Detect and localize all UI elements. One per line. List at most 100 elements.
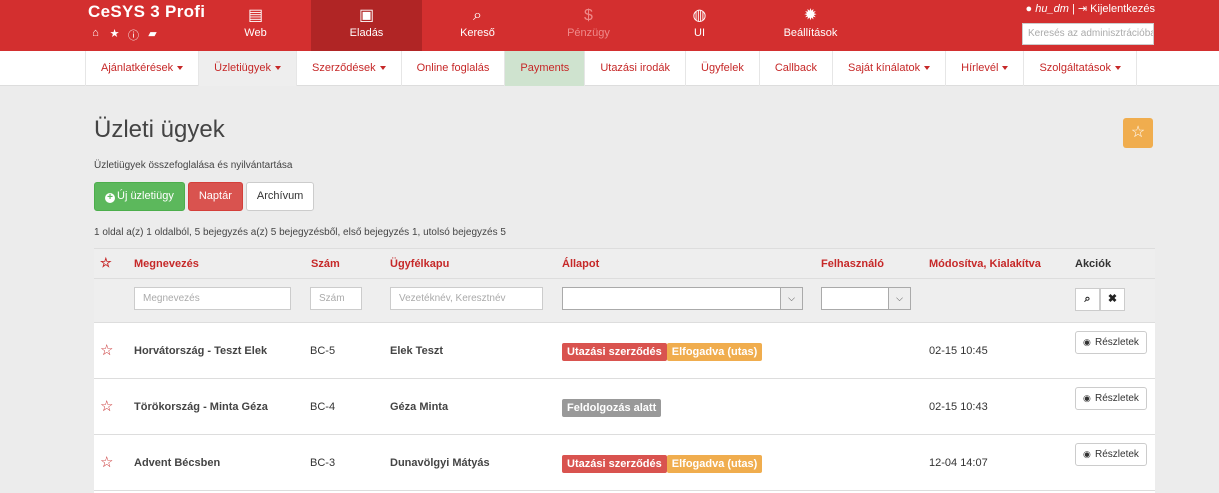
table-row[interactable]: ☆ Horvátország - Teszt Elek BC-5 Elek Te… [94,323,1155,379]
table-row[interactable]: ☆ Törökország - Minta Géza BC-4 Géza Min… [94,379,1155,435]
row-number: BC-3 [310,457,336,469]
col-name[interactable]: Megnevezés [134,258,199,270]
topnav-finance[interactable]: $ Pénzügy [533,0,644,51]
star-icon[interactable]: ☆ [100,397,113,415]
subnav-quotes[interactable]: Ajánlatkérések [86,51,200,86]
search-icon: ⌕ [473,7,482,24]
subnav-contracts[interactable]: Szerződések [297,51,402,86]
row-name[interactable]: Horvátország - Teszt Elek [134,345,267,357]
subnav-clients[interactable]: Ügyfelek [686,51,760,86]
col-client[interactable]: Ügyfélkapu [390,258,449,270]
row-number: BC-4 [310,401,336,413]
row-client[interactable]: Elek Teszt [390,345,443,357]
row-status: Utazási szerződés Elfogadva (utas) [562,343,763,361]
plus-icon: + [105,193,115,203]
subnav-online-booking[interactable]: Online foglalás [402,51,506,86]
topnav-search[interactable]: ⌕ Kereső [422,0,533,51]
favorite-button[interactable]: ☆ [1123,118,1153,148]
chevron-down-icon [379,66,386,71]
topnav-web[interactable]: ▤ Web [200,0,311,51]
action-buttons: + Új üzletiügy Naptár Archívum [94,182,315,211]
dollar-icon: $ [584,7,593,24]
topnav-ui[interactable]: ◍ UI [644,0,755,51]
eye-icon: ◉ [1083,393,1091,403]
star-icon[interactable]: ☆ [100,341,113,359]
subnav-own-offers[interactable]: Saját kínálatok [833,51,947,86]
col-user[interactable]: Felhasználó [821,258,884,270]
status-badge: Feldolgozás alatt [562,399,662,417]
logout-link[interactable]: Kijelentkezés [1090,3,1155,15]
search-icon: ⌕ [1084,293,1091,305]
topnav-settings[interactable]: ✹ Beállítások [755,0,866,51]
chevron-down-icon: ⌵ [888,288,910,309]
briefcase-icon: ▣ [358,7,375,24]
subnav-payments[interactable]: Payments [505,51,586,86]
status-badge: Utazási szerződés [562,343,667,361]
row-modified: 02-15 10:45 [929,345,988,357]
table-row[interactable]: ☆ Advent Bécsben BC-3 Dunavölgyi Mátyás … [94,435,1155,491]
subnav-callback[interactable]: Callback [760,51,833,86]
globe-icon: ◍ [692,7,707,24]
filter-status-select[interactable]: ⌵ [562,287,803,310]
subnav-newsletter[interactable]: Hírlevél [946,51,1025,86]
chevron-down-icon [177,66,184,71]
chevron-down-icon [1002,66,1009,71]
filter-row: Megnevezés Szám Vezetéknév, Keresztnév ⌵… [94,279,1155,323]
brand-logo[interactable]: CeSYS 3 Profi [88,2,205,22]
subnav-deals[interactable]: Üzletiügyek [199,51,298,86]
user-area: ● hu_dm | ⇥ Kijelentkezés [1025,3,1155,15]
pagination-info: 1 oldal a(z) 1 oldalból, 5 bejegyzés a(z… [94,227,506,238]
filter-search-button[interactable]: ⌕ [1075,288,1100,311]
user-icon: ● [1025,3,1033,15]
sub-nav: Ajánlatkérések Üzletiügyek Szerződések O… [0,51,1219,86]
info-icon[interactable]: ⓘ [127,27,140,43]
col-status[interactable]: Állapot [562,258,599,270]
star-icon[interactable]: ☆ [100,453,113,471]
row-name[interactable]: Advent Bécsben [134,457,220,469]
chat-icon[interactable]: ▰ [146,27,159,43]
chevron-down-icon [1115,66,1121,71]
admin-search-input[interactable]: Keresés az adminisztrációban [1022,23,1154,45]
filter-name-input[interactable]: Megnevezés [134,287,291,310]
subnav-services[interactable]: Szolgáltatások [1024,51,1137,86]
logout-icon: ⇥ [1077,3,1088,15]
row-status: Utazási szerződés Elfogadva (utas) [562,455,763,473]
home-icon[interactable]: ⌂ [89,27,102,43]
row-name[interactable]: Törökország - Minta Géza [134,401,268,413]
close-icon: ✖ [1107,293,1118,305]
calendar-button[interactable]: Naptár [187,182,243,211]
archive-button[interactable]: Archívum [245,182,315,211]
filter-clear-button[interactable]: ✖ [1100,288,1125,311]
status-badge: Utazási szerződés [562,455,667,473]
new-deal-button[interactable]: + Új üzletiügy [94,182,185,211]
eye-icon: ◉ [1083,449,1091,459]
row-client[interactable]: Dunavölgyi Mátyás [390,457,490,469]
row-number: BC-5 [310,345,336,357]
filter-number-input[interactable]: Szám [310,287,362,310]
col-modified[interactable]: Módosítva, Kialakítva [929,258,1041,270]
page-subtitle: Üzletiügyek összefoglalása és nyilvántar… [94,160,293,171]
col-number[interactable]: Szám [311,258,340,270]
row-modified: 12-04 14:07 [929,457,988,469]
col-actions: Akciók [1075,258,1112,270]
row-modified: 02-15 10:43 [929,401,988,413]
gear-icon: ✹ [803,7,818,24]
filter-user-select[interactable]: ⌵ [821,287,911,310]
chevron-down-icon [924,66,931,71]
details-button[interactable]: ◉ Részletek [1075,387,1147,410]
details-button[interactable]: ◉ Részletek [1075,331,1147,354]
topnav-sales[interactable]: ▣ Eladás [311,0,422,51]
top-bar: CeSYS 3 Profi ⌂ ★ ⓘ ▰ ▤ Web ▣ Eladás ⌕ K… [0,0,1219,51]
chevron-down-icon: ⌵ [780,288,802,309]
status-badge: Elfogadva (utas) [666,343,763,361]
username[interactable]: hu_dm [1035,3,1069,15]
row-client[interactable]: Géza Minta [390,401,448,413]
details-button[interactable]: ◉ Részletek [1075,443,1147,466]
subnav-agencies[interactable]: Utazási irodák [585,51,687,86]
filter-client-input[interactable]: Vezetéknév, Keresztnév [390,287,543,310]
quick-icons: ⌂ ★ ⓘ ▰ [89,27,159,43]
star-icon[interactable]: ☆ [100,255,112,271]
page-title: Üzleti ügyek [94,116,225,143]
row-status: Feldolgozás alatt [562,399,662,417]
star-icon[interactable]: ★ [108,27,121,43]
